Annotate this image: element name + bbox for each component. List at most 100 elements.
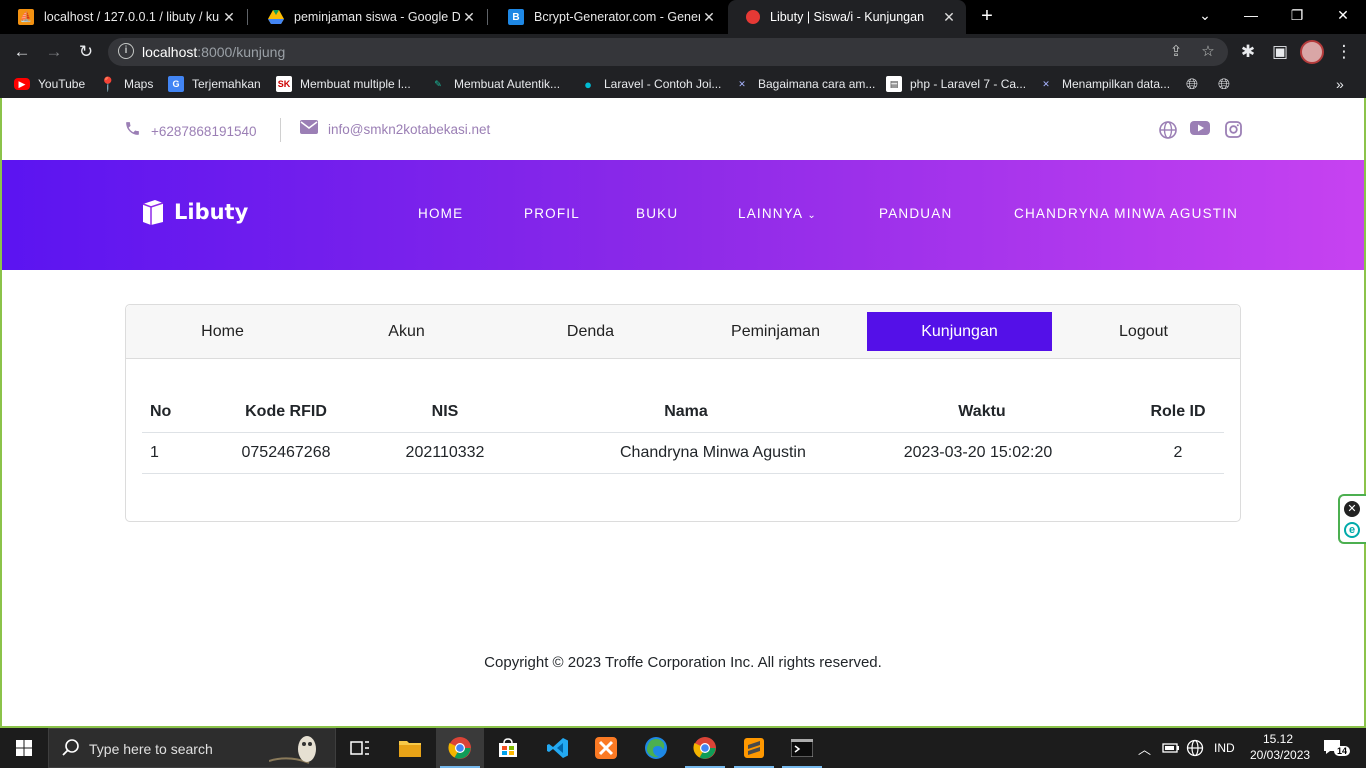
minimize-button[interactable]: — [1228,0,1274,32]
tab-kunjungan[interactable]: Kunjungan [867,312,1052,351]
nav-buku[interactable]: BUKU [636,206,678,221]
email-contact[interactable]: info@smkn2kotabekasi.net [300,120,490,139]
nav-panduan[interactable]: PANDUAN [879,206,952,221]
vscode-icon[interactable] [534,728,582,768]
sublime-text-icon[interactable] [730,728,778,768]
instagram-icon[interactable] [1223,121,1243,139]
nav-user[interactable]: CHANDRYNA MINWA AGUSTIN [1014,206,1238,221]
column-header: Kode RFID [222,393,350,433]
column-header: Waktu [832,393,1132,433]
bookmark-bagaimana[interactable]: ✕ Bagaimana cara am... [734,75,875,93]
bookmark-laravel-contoh[interactable]: ● Laravel - Contoh Joi... [580,75,721,93]
clock-time: 15.12 [1262,732,1294,746]
notification-count: 14 [1334,746,1351,756]
site-info-icon[interactable]: i [118,43,134,59]
bookmark-maps[interactable]: 📍 Maps [99,75,153,93]
bookmark-terjemahkan[interactable]: G Terjemahkan [168,75,261,93]
new-tab-button[interactable]: + [976,5,998,27]
chevron-down-icon: ⌄ [807,210,817,221]
bookmark-menampilkan[interactable]: ✕ Menampilkan data... [1038,75,1170,93]
browser-tab[interactable]: B Bcrypt-Generator.com - Generate ✕ [490,0,726,34]
close-tab-icon[interactable]: ✕ [700,9,718,26]
browser-tab[interactable]: ⛵ localhost / 127.0.0.1 / libuty / kunju… [0,0,246,34]
edge-icon[interactable] [632,728,680,768]
tab-denda[interactable]: Denda [498,312,683,351]
navbar: Libuty HOME PROFIL BUKU LAINNYA ⌄ PANDUA… [2,160,1364,270]
tab-home[interactable]: Home [130,312,315,351]
nav-lainnya[interactable]: LAINNYA ⌄ [738,206,817,221]
globe-icon[interactable] [1158,121,1178,139]
windows-taskbar: Type here to search ︿ IND 15.12 20/03/20… [0,728,1366,768]
tab-title: localhost / 127.0.0.1 / libuty / kunjung… [44,10,220,24]
tab-search-button[interactable]: ⌄ [1182,0,1228,32]
bookmark-label: Membuat multiple l... [300,77,411,91]
windows-icon [16,740,32,756]
input-language[interactable]: IND [1214,728,1235,768]
phpmyadmin-icon: ⛵ [18,9,34,25]
profile-avatar[interactable] [1300,40,1324,64]
bookmark-youtube[interactable]: ▶ YouTube [14,75,85,93]
bookmark-label: Laravel - Contoh Joi... [604,77,722,91]
nav-home[interactable]: HOME [418,206,463,221]
close-tab-icon[interactable]: ✕ [940,9,958,26]
book-icon [142,200,164,225]
browser-tab-active[interactable]: Libuty | Siswa/i - Kunjungan ✕ [728,0,966,34]
extensions-icon[interactable]: ✱ [1236,40,1260,64]
start-button[interactable] [0,728,48,768]
footer-copyright: Copyright © 2023 Troffe Corporation Inc.… [484,654,882,671]
file-explorer-icon[interactable] [386,728,434,768]
window-close-button[interactable]: ✕ [1320,0,1366,32]
chrome-taskbar-icon[interactable] [436,728,484,768]
drop-icon: ● [584,76,592,92]
clock[interactable]: 15.12 20/03/2023 [1250,731,1310,763]
xampp-icon[interactable] [582,728,630,768]
brand-name: Libuty [174,200,249,224]
browser-tab[interactable]: peminjaman siswa - Google Drive ✕ [250,0,486,34]
close-icon[interactable]: ✕ [1344,501,1360,517]
nav-profil[interactable]: PROFIL [524,206,580,221]
globe-icon[interactable]: 🌐︎ [1186,75,1198,93]
more-bookmarks-icon[interactable]: » [1336,75,1344,93]
forward-icon[interactable]: → [42,40,66,64]
close-tab-icon[interactable]: ✕ [220,9,238,26]
bookmark-php-laravel[interactable]: ▤ php - Laravel 7 - Ca... [886,75,1026,93]
bookmark-star-icon[interactable]: ☆ [1198,42,1218,62]
reload-icon[interactable]: ↻ [74,40,98,64]
stackoverflow-icon: ✕ [1042,78,1050,89]
terminal-icon[interactable] [778,728,826,768]
chrome-alt-icon[interactable] [681,728,729,768]
search-icon [62,739,79,756]
tab-akun[interactable]: Akun [314,312,499,351]
store-icon[interactable] [484,728,532,768]
network-globe-icon[interactable] [1186,728,1204,768]
chrome-menu-icon[interactable]: ⋮ [1332,40,1356,64]
url-text[interactable]: localhost:8000/kunjung [142,44,285,60]
side-panel-icon[interactable]: ▣ [1268,40,1292,64]
bookmark-membuat-multiple[interactable]: SK Membuat multiple l... [276,75,411,93]
task-view-icon[interactable] [336,728,384,768]
battery-icon[interactable] [1162,728,1180,768]
globe-icon[interactable]: 🌐︎ [1218,75,1230,93]
libuty-icon [746,10,760,24]
search-placeholder: Type here to search [89,741,213,757]
notifications-button[interactable]: 14 [1322,728,1351,768]
extension-side-widget: ✕ e [1338,494,1366,544]
tab-peminjaman[interactable]: Peminjaman [683,312,868,351]
extension-e-icon[interactable]: e [1344,522,1360,538]
taskbar-search[interactable]: Type here to search [48,728,336,768]
translate-icon: G [168,76,184,92]
bookmark-label: YouTube [38,77,86,91]
close-tab-icon[interactable]: ✕ [460,9,478,26]
phone-contact[interactable]: +6287868191540 [124,120,257,142]
share-icon[interactable]: ⇪ [1166,42,1186,62]
back-icon[interactable]: ← [10,40,34,64]
restore-button[interactable]: ❐ [1274,0,1320,32]
show-hidden-icons-icon[interactable]: ︿ [1138,728,1151,768]
youtube-icon[interactable] [1190,121,1210,139]
brand-logo[interactable]: Libuty [140,198,248,226]
address-bar[interactable]: i localhost:8000/kunjung ⇪ ☆ [108,38,1228,66]
bookmark-label: Terjemahkan [192,77,261,91]
bookmark-membuat-autentik[interactable]: ✎ Membuat Autentik... [430,75,560,93]
stackoverflow-icon: ✕ [738,78,746,89]
tab-logout[interactable]: Logout [1051,312,1236,351]
